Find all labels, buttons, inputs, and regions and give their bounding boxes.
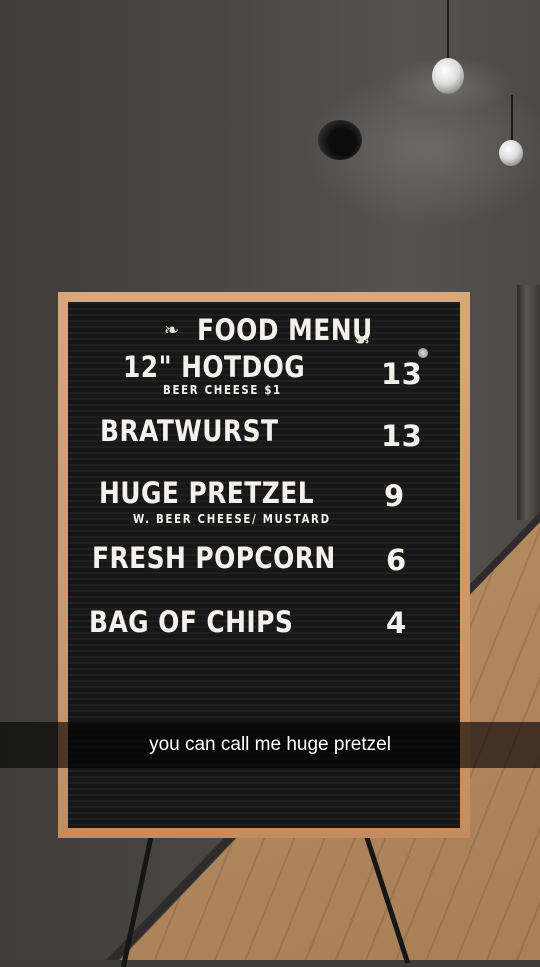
caption-bar: you can call me huge pretzel: [0, 722, 540, 768]
menu-item-name: BAG OF CHIPS: [89, 605, 294, 639]
menu-item-price: 4: [386, 606, 407, 640]
light-cord: [511, 95, 513, 143]
menu-item-price: 9: [384, 479, 405, 513]
menu-item-name: 12" HOTDOG: [123, 350, 306, 384]
menu-item-name: HUGE PRETZEL: [99, 476, 315, 510]
menu-item-note: W. BEER CHEESE/ MUSTARD: [133, 512, 331, 526]
caption-text: you can call me huge pretzel: [149, 734, 391, 755]
security-camera: [318, 120, 362, 160]
pendant-bulb: [432, 58, 464, 94]
menu-item-price: 13: [381, 357, 423, 391]
menu-item-name: BRATWURST: [100, 414, 279, 448]
menu-item-price: 13: [381, 419, 423, 453]
menu-title: FOOD MENU: [197, 313, 373, 347]
pendant-bulb: [499, 140, 523, 166]
menu-item-note: BEER CHEESE $1: [163, 383, 282, 397]
menu-item-price: 6: [386, 543, 407, 577]
menu-item-name: FRESH POPCORN: [92, 541, 336, 575]
light-cord: [447, 0, 449, 62]
title-ornament-left: ❧: [164, 320, 180, 341]
door-frame: [517, 285, 540, 520]
title-ornament-right: ☙: [354, 330, 371, 351]
